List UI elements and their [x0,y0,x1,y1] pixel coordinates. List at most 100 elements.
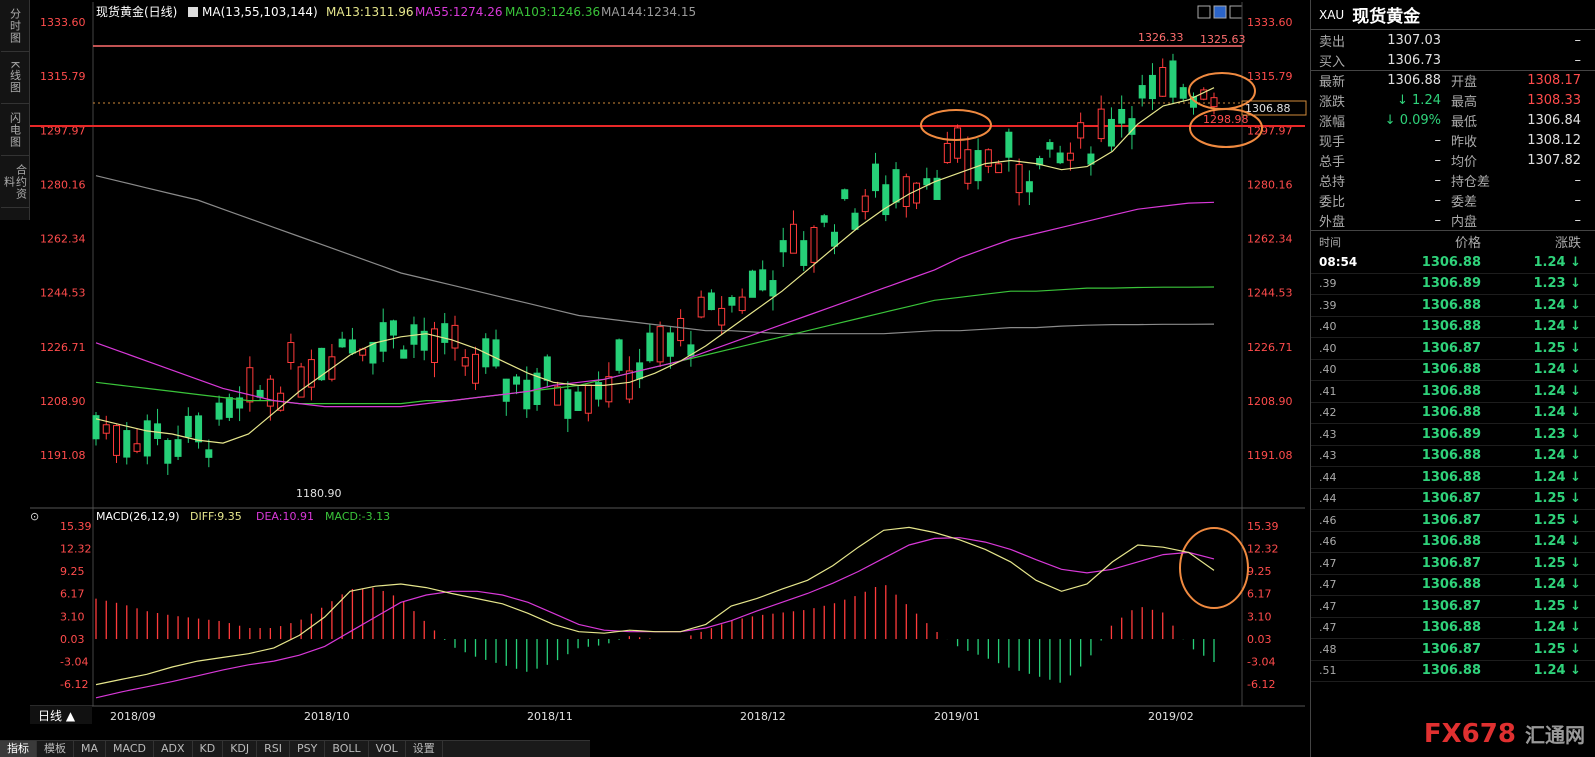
quote-label-right: 开盘 [1451,75,1478,90]
tick-time: 08:54 [1319,255,1358,270]
quote-value-right: 1306.84 [1527,112,1581,128]
indicator-tab-8[interactable]: PSY [290,741,326,757]
indicator-tab-11[interactable]: 设置 [406,741,443,757]
indicator-tab-4[interactable]: ADX [154,741,193,757]
candle-body [1138,85,1146,99]
macd-lines [95,526,1215,699]
candle-body [830,231,838,247]
candle-body [523,379,531,410]
candle-body [902,176,910,207]
candle-body [123,430,131,458]
price-tick-right: 1280.16 [1247,178,1293,191]
tick-price: 1306.88 [1421,362,1481,378]
highlight-circle-macd [1179,527,1249,609]
kline-chart[interactable]: 现货黄金(日线) MA(13,55,103,144) MA13:1311.96 … [0,0,1310,740]
candle-body [287,342,295,364]
candle-body [820,215,828,223]
price-tick-right: 1262.34 [1247,233,1293,246]
ma-toggle-icon[interactable] [188,7,198,17]
indicator-tab-1[interactable]: 模板 [37,741,74,757]
candle-body [759,269,767,291]
candle-body [1179,87,1187,99]
tick-time: .47 [1319,556,1337,570]
tick-change: 1.24 ↓ [1533,469,1582,485]
symbol-name: 现货黄金 [1352,7,1421,27]
chart-settings-icon[interactable] [1213,5,1227,19]
macd-tick-right: 12.32 [1247,543,1279,556]
candle-body [872,163,880,192]
tick-change: 1.24 ↓ [1533,319,1582,335]
tick-change: 1.24 ↓ [1533,448,1582,464]
tick-list[interactable]: 08:54 1306.88 1.24 ↓ .39 1306.89 1.23 ↓ .39 130… [1311,252,1595,682]
candle-body [1159,67,1167,97]
candle-body [492,339,500,367]
indicator-tab-7[interactable]: RSI [257,741,291,757]
macd-tick-right: -3.04 [1247,655,1275,668]
candle-body [554,386,562,406]
candle-body [738,296,746,312]
candle-body [995,163,1003,174]
tick-price: 1306.88 [1421,663,1481,679]
candle-body [184,415,192,438]
tick-change: 1.24 ↓ [1533,254,1582,270]
restore-icon[interactable] [1197,5,1211,19]
quote-row: 总持 – 持仓差 – [1311,170,1595,190]
price-tick-right: 1208.90 [1247,395,1293,408]
period-selector[interactable]: 日线 ▲ [38,709,76,723]
indicator-tab-10[interactable]: VOL [369,741,406,757]
macd-tick-right: 3.10 [1247,610,1272,623]
ma-lines [95,87,1215,444]
macd-settings-icon[interactable]: ⊙ [30,510,39,523]
tick-time: .46 [1319,513,1337,527]
candle-body [338,338,346,348]
quote-label: 涨跌 [1319,94,1346,110]
candle-body [769,280,777,297]
indicator-tab-2[interactable]: MA [74,741,107,757]
indicator-tab-0[interactable]: 指标 [0,741,37,757]
high-annotation: 1326.33 [1138,31,1184,44]
tick-row: 08:54 1306.88 1.24 ↓ [1311,252,1595,274]
indicator-tab-6[interactable]: KDJ [223,741,258,757]
candle-body [195,415,203,443]
tick-row: .39 1306.88 1.24 ↓ [1311,295,1595,317]
tick-change: 1.24 ↓ [1533,534,1582,550]
indicator-tab-9[interactable]: BOLL [325,741,369,757]
quote-label: 总手 [1319,154,1346,170]
candle-body [502,378,510,402]
candle-body [707,292,715,311]
candle-body [1056,152,1064,164]
tick-price: 1306.87 [1421,598,1481,614]
candle-body [1025,181,1033,193]
tick-row: .40 1306.87 1.25 ↓ [1311,338,1595,360]
candle-body [697,296,705,318]
tick-time: .47 [1319,621,1337,635]
last-price-label: 1306.88 [1245,102,1291,115]
price-tick-left: 1262.34 [40,233,86,246]
candle-body [430,328,438,363]
tick-row: .44 1306.88 1.24 ↓ [1311,467,1595,489]
ticks-header-time: 时间 [1319,235,1341,249]
quote-label: 总持 [1319,174,1346,190]
tick-change: 1.25 ↓ [1533,555,1582,571]
close-icon[interactable] [1229,5,1243,19]
indicator-tab-3[interactable]: MACD [106,741,154,757]
tick-change: 1.24 ↓ [1533,362,1582,378]
candle-body [718,307,726,326]
tick-price: 1306.88 [1421,383,1481,399]
tick-row: .46 1306.88 1.24 ↓ [1311,532,1595,553]
tick-price: 1306.88 [1421,254,1481,270]
date-tick: 2019/01 [934,710,980,723]
ma103-line [95,286,1215,405]
candle-body [1169,60,1177,98]
quote-label-right: 最低 [1451,114,1478,130]
ma103-value: MA103:1246.36 [505,5,600,19]
candle-body [133,443,141,452]
tick-price: 1306.89 [1421,426,1481,442]
tick-change: 1.24 ↓ [1533,620,1582,636]
quote-label: 买入 [1319,54,1346,70]
indicator-tab-5[interactable]: KD [193,741,224,757]
price-tick-right: 1244.53 [1247,287,1293,300]
quote-label-right: 委差 [1451,194,1478,210]
tick-time: .47 [1319,578,1337,592]
candle-body [348,339,356,354]
